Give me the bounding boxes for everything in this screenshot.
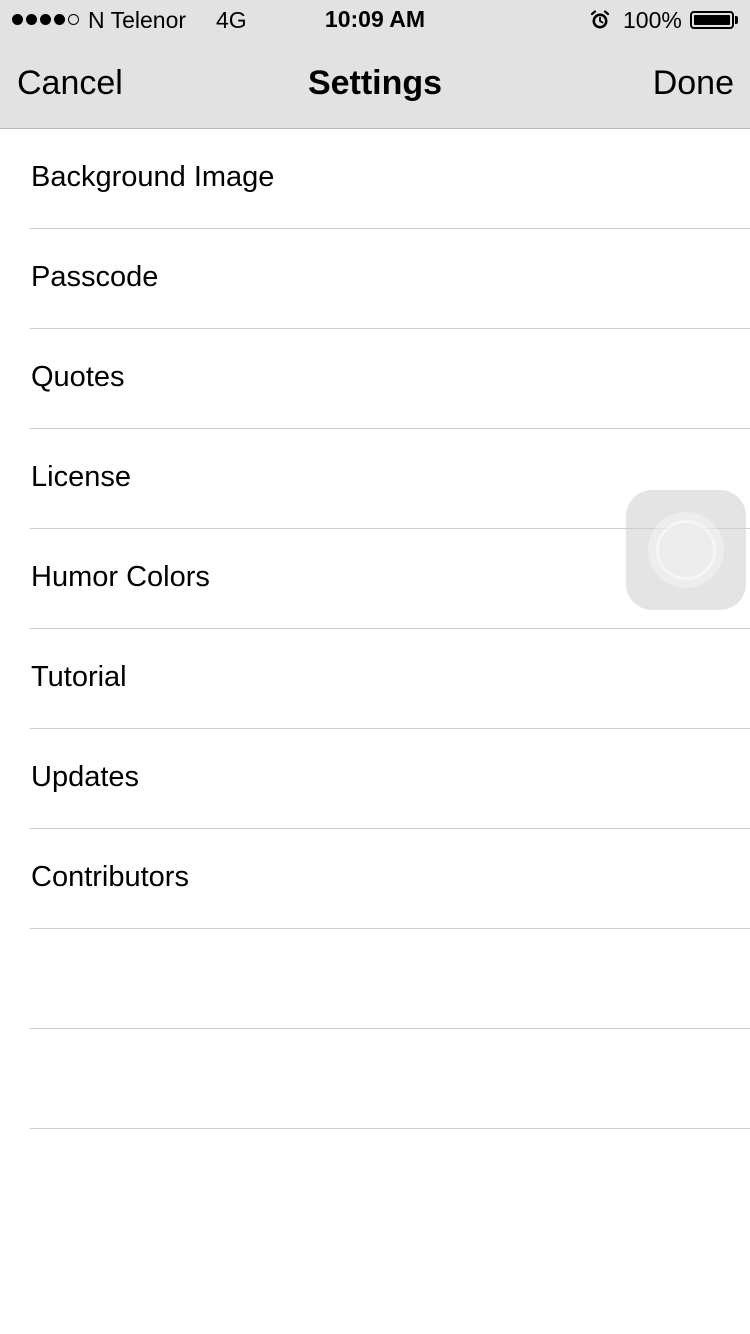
battery-body	[690, 11, 734, 29]
status-bar: N Telenor 4G 10:09 AM 100%	[0, 0, 750, 40]
list-item-label: Contributors	[31, 861, 189, 893]
settings-item-passcode[interactable]: Passcode	[30, 229, 750, 329]
list-item-label: License	[31, 461, 131, 493]
assistive-touch-button[interactable]	[626, 490, 746, 610]
settings-item-contributors[interactable]: Contributors	[30, 829, 750, 929]
list-item-label: Humor Colors	[31, 561, 210, 593]
settings-item-updates[interactable]: Updates	[30, 729, 750, 829]
empty-list-row	[30, 1029, 750, 1129]
battery-tip	[735, 16, 738, 24]
battery-icon	[690, 11, 740, 31]
list-item-label: Background Image	[31, 161, 275, 193]
settings-list: Background Image Passcode Quotes License…	[0, 129, 750, 1129]
settings-item-quotes[interactable]: Quotes	[30, 329, 750, 429]
battery-percentage: 100%	[623, 7, 682, 33]
page-title: Settings	[307, 64, 443, 102]
settings-item-tutorial[interactable]: Tutorial	[30, 629, 750, 729]
settings-screen: N Telenor 4G 10:09 AM 100% Cancel Settin…	[0, 0, 750, 1334]
assistive-touch-ring	[656, 520, 716, 580]
alarm-clock-icon	[590, 10, 610, 29]
list-item-label: Passcode	[31, 261, 159, 293]
list-item-label: Quotes	[31, 361, 125, 393]
list-item-label: Updates	[31, 761, 140, 793]
list-item-label: Tutorial	[31, 661, 127, 693]
assistive-touch-center	[659, 523, 713, 577]
assistive-touch-ring	[648, 512, 724, 588]
battery-fill	[694, 15, 730, 25]
empty-list-row	[30, 929, 750, 1029]
done-button[interactable]: Done	[653, 64, 734, 103]
navigation-bar: Cancel Settings Done	[0, 40, 750, 129]
settings-item-background-image[interactable]: Background Image	[30, 129, 750, 229]
